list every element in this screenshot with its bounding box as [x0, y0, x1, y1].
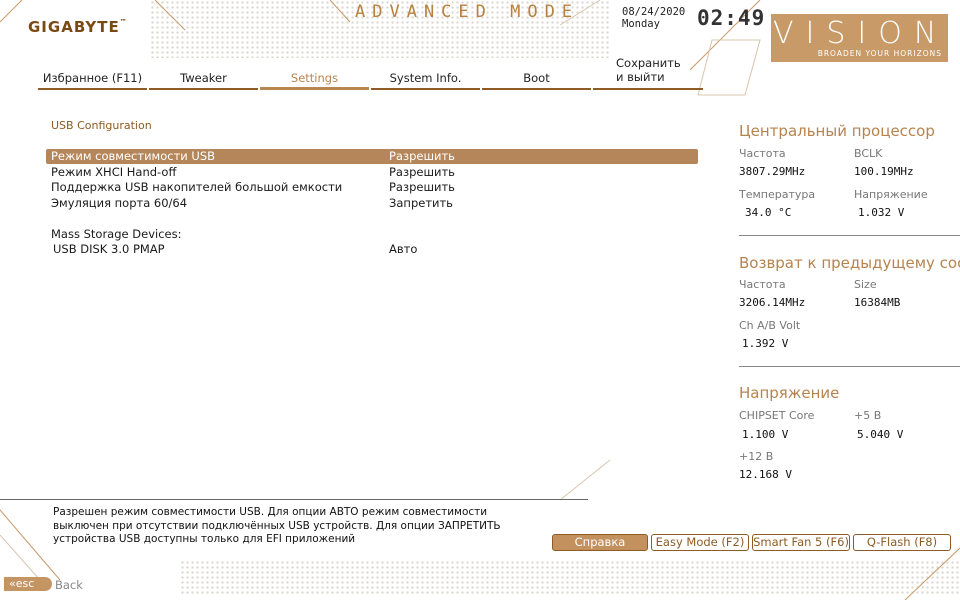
- mem-size-value: 16384MB: [854, 296, 901, 309]
- v5-value: 5.040 V: [857, 428, 904, 441]
- v5-label: +5 В: [854, 409, 882, 422]
- setting-value: Разрешить: [389, 165, 455, 179]
- v12-value: 12.168 V: [739, 468, 792, 481]
- tab-favorites[interactable]: Избранное (F11): [38, 70, 147, 90]
- cpu-volt-label: Напряжение: [854, 188, 928, 201]
- mem-size-label: Size: [854, 278, 877, 291]
- help-divider: [0, 499, 588, 500]
- setting-value: Разрешить: [389, 180, 455, 194]
- cpu-freq-label: Частота: [739, 147, 786, 160]
- setting-usb-mass-storage[interactable]: Поддержка USB накопителей большой емкост…: [46, 180, 698, 195]
- device-usb-disk[interactable]: USB DISK 3.0 PMAP Авто: [46, 242, 698, 257]
- date-display: 08/24/2020 Monday: [622, 6, 685, 30]
- vision-title: VISION: [773, 16, 949, 51]
- tab-tweaker[interactable]: Tweaker: [149, 70, 258, 90]
- device-label: USB DISK 3.0 PMAP: [53, 242, 165, 256]
- save-exit-line1: Сохранить: [616, 56, 681, 70]
- setting-label: Эмуляция порта 60/64: [51, 196, 188, 210]
- save-exit-line2: и выйти: [616, 70, 665, 84]
- tab-settings[interactable]: Settings: [260, 70, 369, 90]
- setting-port-6064[interactable]: Эмуляция порта 60/64 Запретить: [46, 196, 698, 211]
- setting-label: Режим совместимости USB: [51, 149, 216, 163]
- cpu-freq-value: 3807.29MHz: [739, 165, 806, 178]
- back-arrows-icon: «: [9, 577, 16, 590]
- mode-title: ADVANCED MODE: [355, 2, 580, 22]
- mem-freq-label: Частота: [739, 278, 786, 291]
- sidebar-divider: [739, 235, 960, 236]
- mem-volt-value: 1.392 V: [742, 337, 789, 350]
- voltage-title: Напряжение: [739, 384, 840, 402]
- setting-value: Разрешить: [389, 149, 455, 163]
- mass-storage-label: Mass Storage Devices:: [51, 227, 182, 241]
- back-button[interactable]: Back: [55, 578, 83, 592]
- section-title: USB Configuration: [51, 119, 152, 132]
- help-button[interactable]: Справка: [552, 534, 648, 551]
- gigabyte-logo: GIGABYTE™: [28, 18, 128, 36]
- setting-xhci-handoff[interactable]: Режим XHCI Hand-off Разрешить: [46, 165, 698, 180]
- device-value: Авто: [389, 242, 418, 256]
- easy-mode-button[interactable]: Easy Mode (F2): [651, 534, 749, 551]
- date-text: 08/24/2020: [622, 6, 686, 18]
- sidebar-divider: [739, 366, 960, 367]
- setting-value: Запретить: [389, 196, 453, 210]
- cpu-volt-value: 1.032 V: [858, 206, 905, 219]
- setting-usb-legacy[interactable]: Режим совместимости USB Разрешить: [46, 149, 698, 164]
- setting-label: Режим XHCI Hand-off: [51, 165, 177, 179]
- weekday-text: Monday: [622, 18, 660, 30]
- cpu-title: Центральный процессор: [739, 122, 935, 140]
- chipset-value: 1.100 V: [742, 428, 789, 441]
- clock: 02:49: [697, 6, 766, 30]
- tab-boot[interactable]: Boot: [482, 70, 591, 90]
- setting-label: Поддержка USB накопителей большой емкост…: [51, 180, 343, 194]
- logo-text: GIGABYTE: [28, 18, 120, 36]
- mass-storage-header: Mass Storage Devices:: [46, 227, 698, 242]
- cpu-temp-label: Температура: [739, 188, 816, 201]
- help-description: Разрешен режим совместимости USB. Для оп…: [53, 506, 501, 545]
- tab-save-exit[interactable]: Сохранить и выйти: [616, 56, 681, 84]
- qflash-button[interactable]: Q-Flash (F8): [853, 534, 951, 551]
- esc-key-badge[interactable]: «esc: [4, 577, 52, 591]
- vision-logo: VISION BROADEN YOUR HORIZONS: [771, 14, 948, 62]
- esc-label: esc: [15, 577, 35, 590]
- smart-fan-button[interactable]: Smart Fan 5 (F6): [752, 534, 850, 551]
- memory-title: Возврат к предыдущему сост: [739, 254, 960, 272]
- cpu-temp-value: 34.0 °C: [745, 206, 792, 219]
- cpu-bclk-value: 100.19MHz: [854, 165, 914, 178]
- chipset-label: CHIPSET Core: [739, 409, 815, 422]
- logo-trademark: ™: [119, 18, 128, 26]
- tab-system-info[interactable]: System Info.: [371, 70, 480, 90]
- mem-freq-value: 3206.14MHz: [739, 296, 806, 309]
- vision-tagline: BROADEN YOUR HORIZONS: [817, 49, 942, 58]
- cpu-bclk-label: BCLK: [854, 147, 883, 160]
- main-tabs: Избранное (F11) Tweaker Settings System …: [38, 70, 703, 90]
- v12-label: +12 В: [739, 450, 774, 463]
- mem-volt-label: Ch A/B Volt: [739, 319, 801, 332]
